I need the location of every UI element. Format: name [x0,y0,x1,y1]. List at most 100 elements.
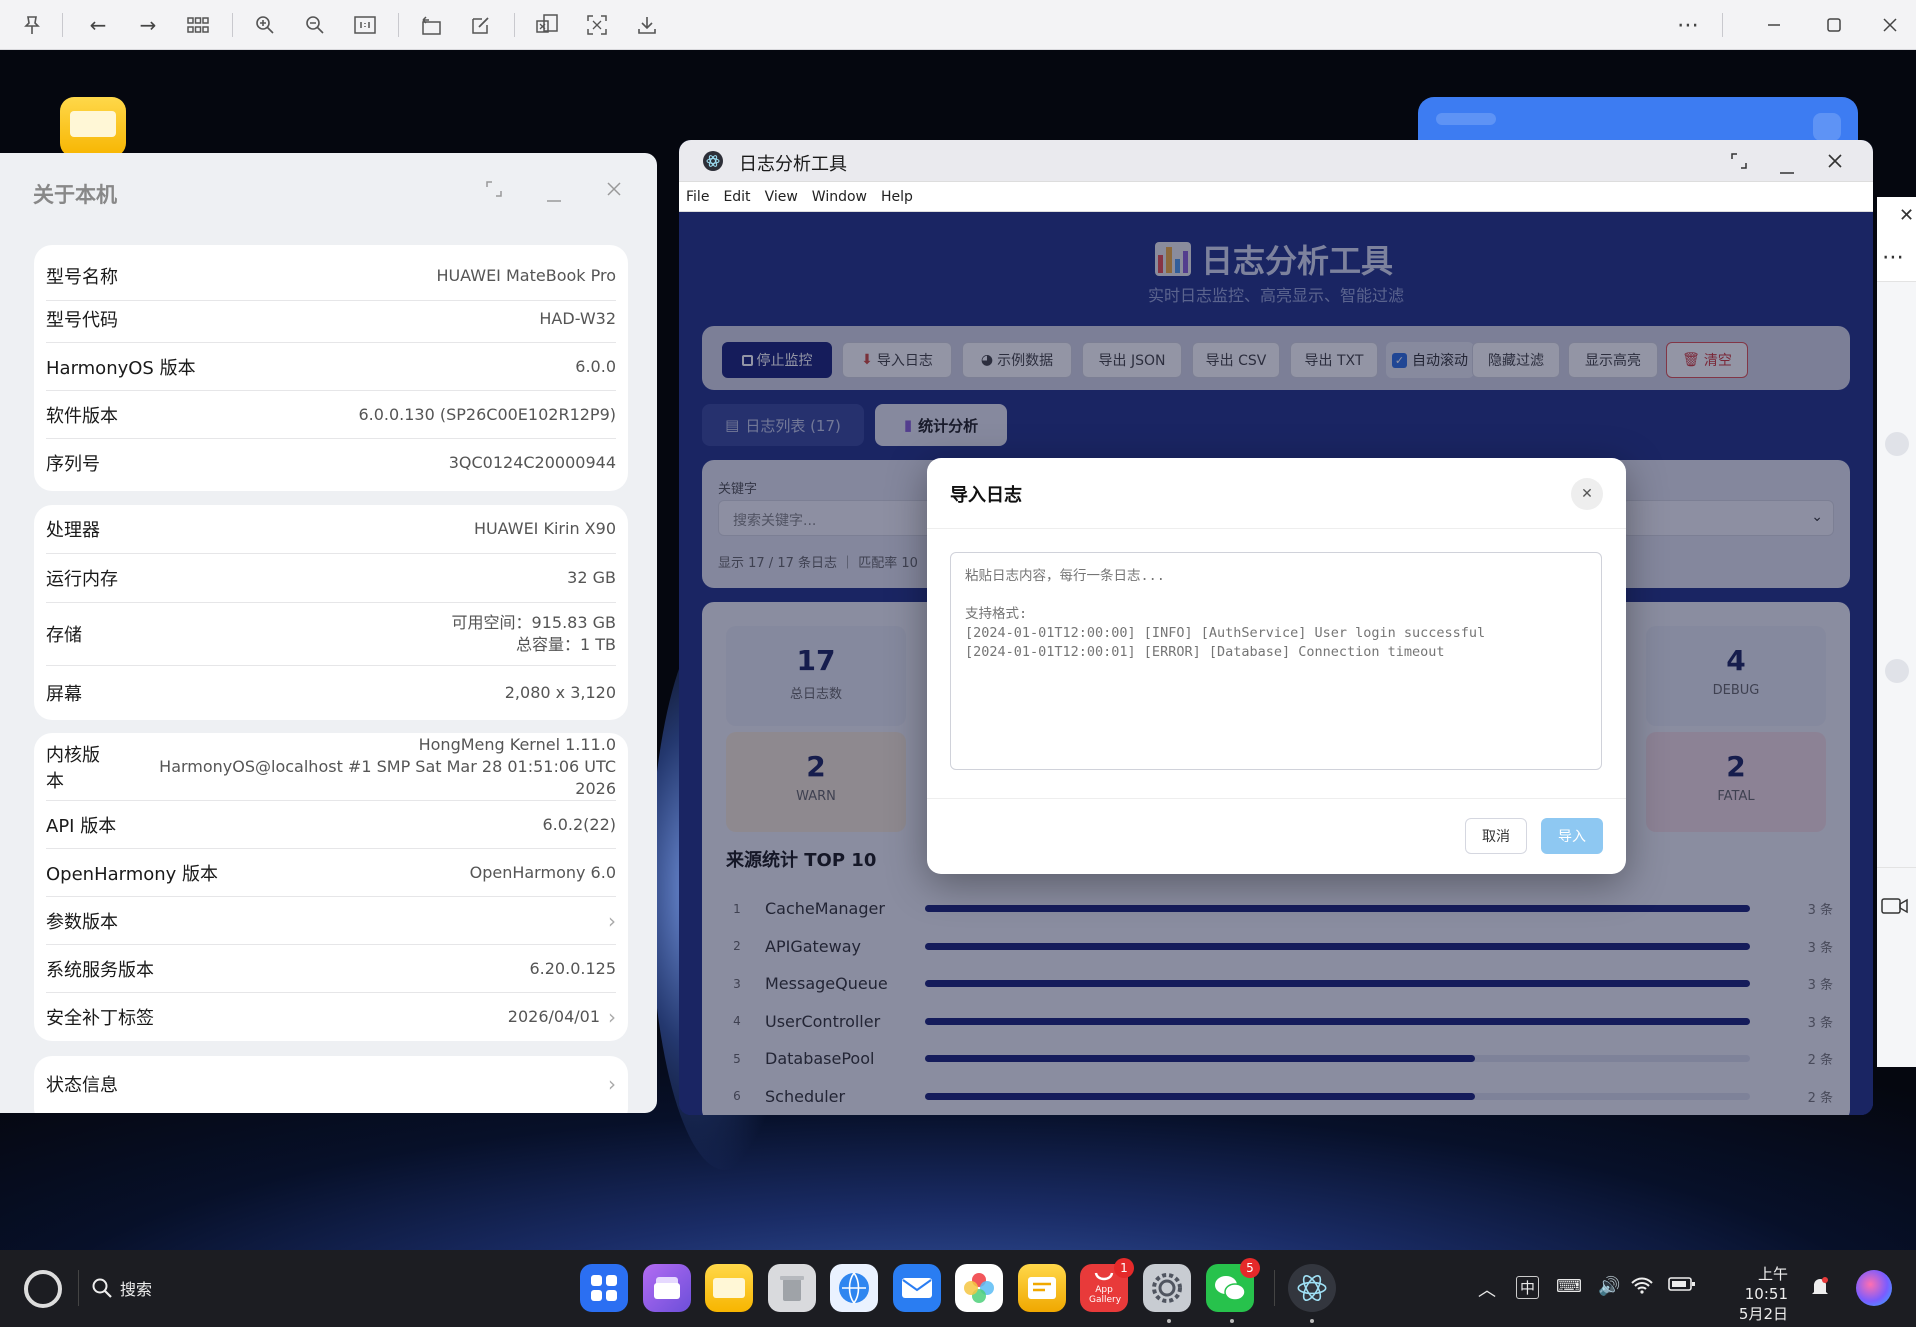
chevron-right-icon: › [608,908,616,933]
info-row: 型号代码 HAD-W32 [46,295,616,343]
rotate-icon[interactable] [417,11,445,39]
zoom-in-icon[interactable] [251,11,279,39]
browser-icon[interactable] [830,1264,878,1312]
forward-arrow-icon[interactable]: → [134,11,162,39]
search-icon [92,1278,112,1298]
app-gallery-label: App Gallery [1089,1285,1122,1305]
info-value-group: HUAWEI Kirin X90 [474,518,616,540]
trash-bin-icon[interactable] [768,1264,816,1312]
menu-edit[interactable]: Edit [723,189,750,205]
info-row: 运行内存 32 GB [46,554,616,603]
info-value-group: › [600,909,616,933]
zoom-out-icon[interactable] [301,11,329,39]
dialog-close-button[interactable]: ✕ [1571,478,1603,510]
hardware-info-card: 处理器 HUAWEI Kirin X90 运行内存 32 GB 存储 可用空间：915.8… [34,505,628,720]
info-value: 6.20.0.125 [529,958,616,978]
minimize-icon[interactable] [1760,11,1788,39]
actual-size-icon[interactable] [351,11,379,39]
clock-time: 上午10:51 [1744,1265,1788,1303]
info-value: 6.0.2(22) [542,814,616,834]
cancel-button[interactable]: 取消 [1465,818,1527,854]
video-call-icon[interactable] [1881,897,1909,919]
info-key: 运行内存 [46,569,118,590]
grid-view-icon[interactable] [184,11,212,39]
info-value: 可用空间：915.83 GB [451,613,616,632]
about-device-window: 关于本机 型号名称 HUAWEI MateBook Pro 型号代码 HAD-W32 H… [0,153,657,1113]
info-row: 软件版本 6.0.0.130 (SP26C00E102R12P9) [46,391,616,439]
info-row[interactable]: 参数版本 › [46,897,616,945]
multitask-icon[interactable] [643,1264,691,1312]
info-row: OpenHarmony 版本 OpenHarmony 6.0 [46,849,616,897]
info-key: 参数版本 [46,911,118,933]
files-desktop-icon[interactable] [60,97,126,157]
info-key: 型号代码 [46,309,118,331]
files-icon[interactable] [705,1264,753,1312]
window-title: 关于本机 [33,183,117,207]
log-content-textarea[interactable] [950,552,1602,770]
minimize-icon[interactable] [546,188,562,207]
app-launcher-icon[interactable] [580,1264,628,1312]
wifi-icon[interactable] [1630,1276,1654,1299]
menu-window[interactable]: Window [812,189,867,205]
notes-icon[interactable] [1018,1264,1066,1312]
info-row[interactable]: 安全补丁标签 2026/04/01 › [46,993,616,1041]
edit-icon[interactable] [467,11,495,39]
volume-icon[interactable]: 🔊 [1598,1276,1620,1297]
info-key: 状态信息 [46,1075,118,1096]
taskbar-search[interactable]: 搜索 [92,1276,152,1300]
notification-bell-icon[interactable] [1810,1276,1830,1303]
info-key: API 版本 [46,815,117,837]
import-button[interactable]: 导入 [1541,818,1603,854]
notification-badge: 5 [1240,1258,1260,1278]
close-icon[interactable]: ✕ [1899,205,1914,226]
info-value-group: HUAWEI MateBook Pro [436,265,616,287]
info-row: 系统服务版本 6.20.0.125 [46,945,616,993]
info-value-group: 可用空间：915.83 GB 总容量：1 TB [452,612,616,656]
close-icon[interactable] [1876,11,1904,39]
info-value-group: 6.0.2(22) [542,814,616,836]
info-row[interactable]: 状态信息 › [46,1056,616,1112]
photos-icon[interactable] [955,1264,1003,1312]
info-value-group: 2026/04/01 › [508,1005,616,1029]
info-value-group: 2,080 x 3,120 [505,682,616,704]
menu-view[interactable]: View [765,189,798,205]
back-arrow-icon[interactable]: ← [84,11,112,39]
restore-icon[interactable] [486,181,502,201]
info-value: HUAWEI Kirin X90 [473,519,616,538]
partial-window: ✕ ⋯ [1877,197,1916,1067]
mail-icon[interactable] [893,1264,941,1312]
assistant-icon[interactable] [1856,1270,1892,1306]
save-icon[interactable] [633,11,661,39]
close-icon[interactable] [606,181,622,201]
wechat-icon[interactable]: 5 [1206,1258,1260,1312]
search-label: 搜索 [120,1280,153,1299]
viewer-toolbar: ← → ⋯ [0,0,1916,50]
menu-help[interactable]: Help [881,189,913,205]
close-icon[interactable] [1827,153,1843,173]
electron-app-icon[interactable] [1288,1264,1336,1312]
menu-file[interactable]: File [686,189,709,205]
clock[interactable]: 上午10:51 5月2日 [1718,1264,1788,1324]
more-icon[interactable]: ⋯ [1882,245,1904,270]
crop-icon[interactable] [583,11,611,39]
restore-icon[interactable] [1731,153,1747,173]
pin-icon[interactable] [18,11,46,39]
settings-icon[interactable] [1143,1264,1191,1312]
info-value: 3QC0124C20000944 [448,453,616,472]
minimize-icon[interactable] [1779,160,1795,179]
device-info-card: 型号名称 HUAWEI MateBook Pro 型号代码 HAD-W32 Harmon… [34,245,628,491]
excel-icon[interactable] [533,11,561,39]
keyboard-icon[interactable]: ⌨ [1556,1276,1582,1297]
info-key: 存储 [46,625,82,646]
status-info-card[interactable]: 状态信息 › [34,1056,628,1113]
chevron-up-icon[interactable]: ︿ [1478,1276,1496,1302]
info-value-group: 6.20.0.125 [529,958,616,980]
more-icon[interactable]: ⋯ [1674,11,1702,39]
battery-icon[interactable] [1668,1276,1696,1297]
app-gallery-icon[interactable]: App Gallery 1 [1080,1258,1134,1312]
avatar [1885,432,1909,456]
start-button[interactable] [24,1270,62,1308]
input-method-indicator[interactable]: 中 [1516,1276,1540,1299]
software-info-card: 内核版本 HongMeng Kernel 1.11.0 HarmonyOS@loca… [34,733,628,1041]
maximize-icon[interactable] [1820,11,1848,39]
